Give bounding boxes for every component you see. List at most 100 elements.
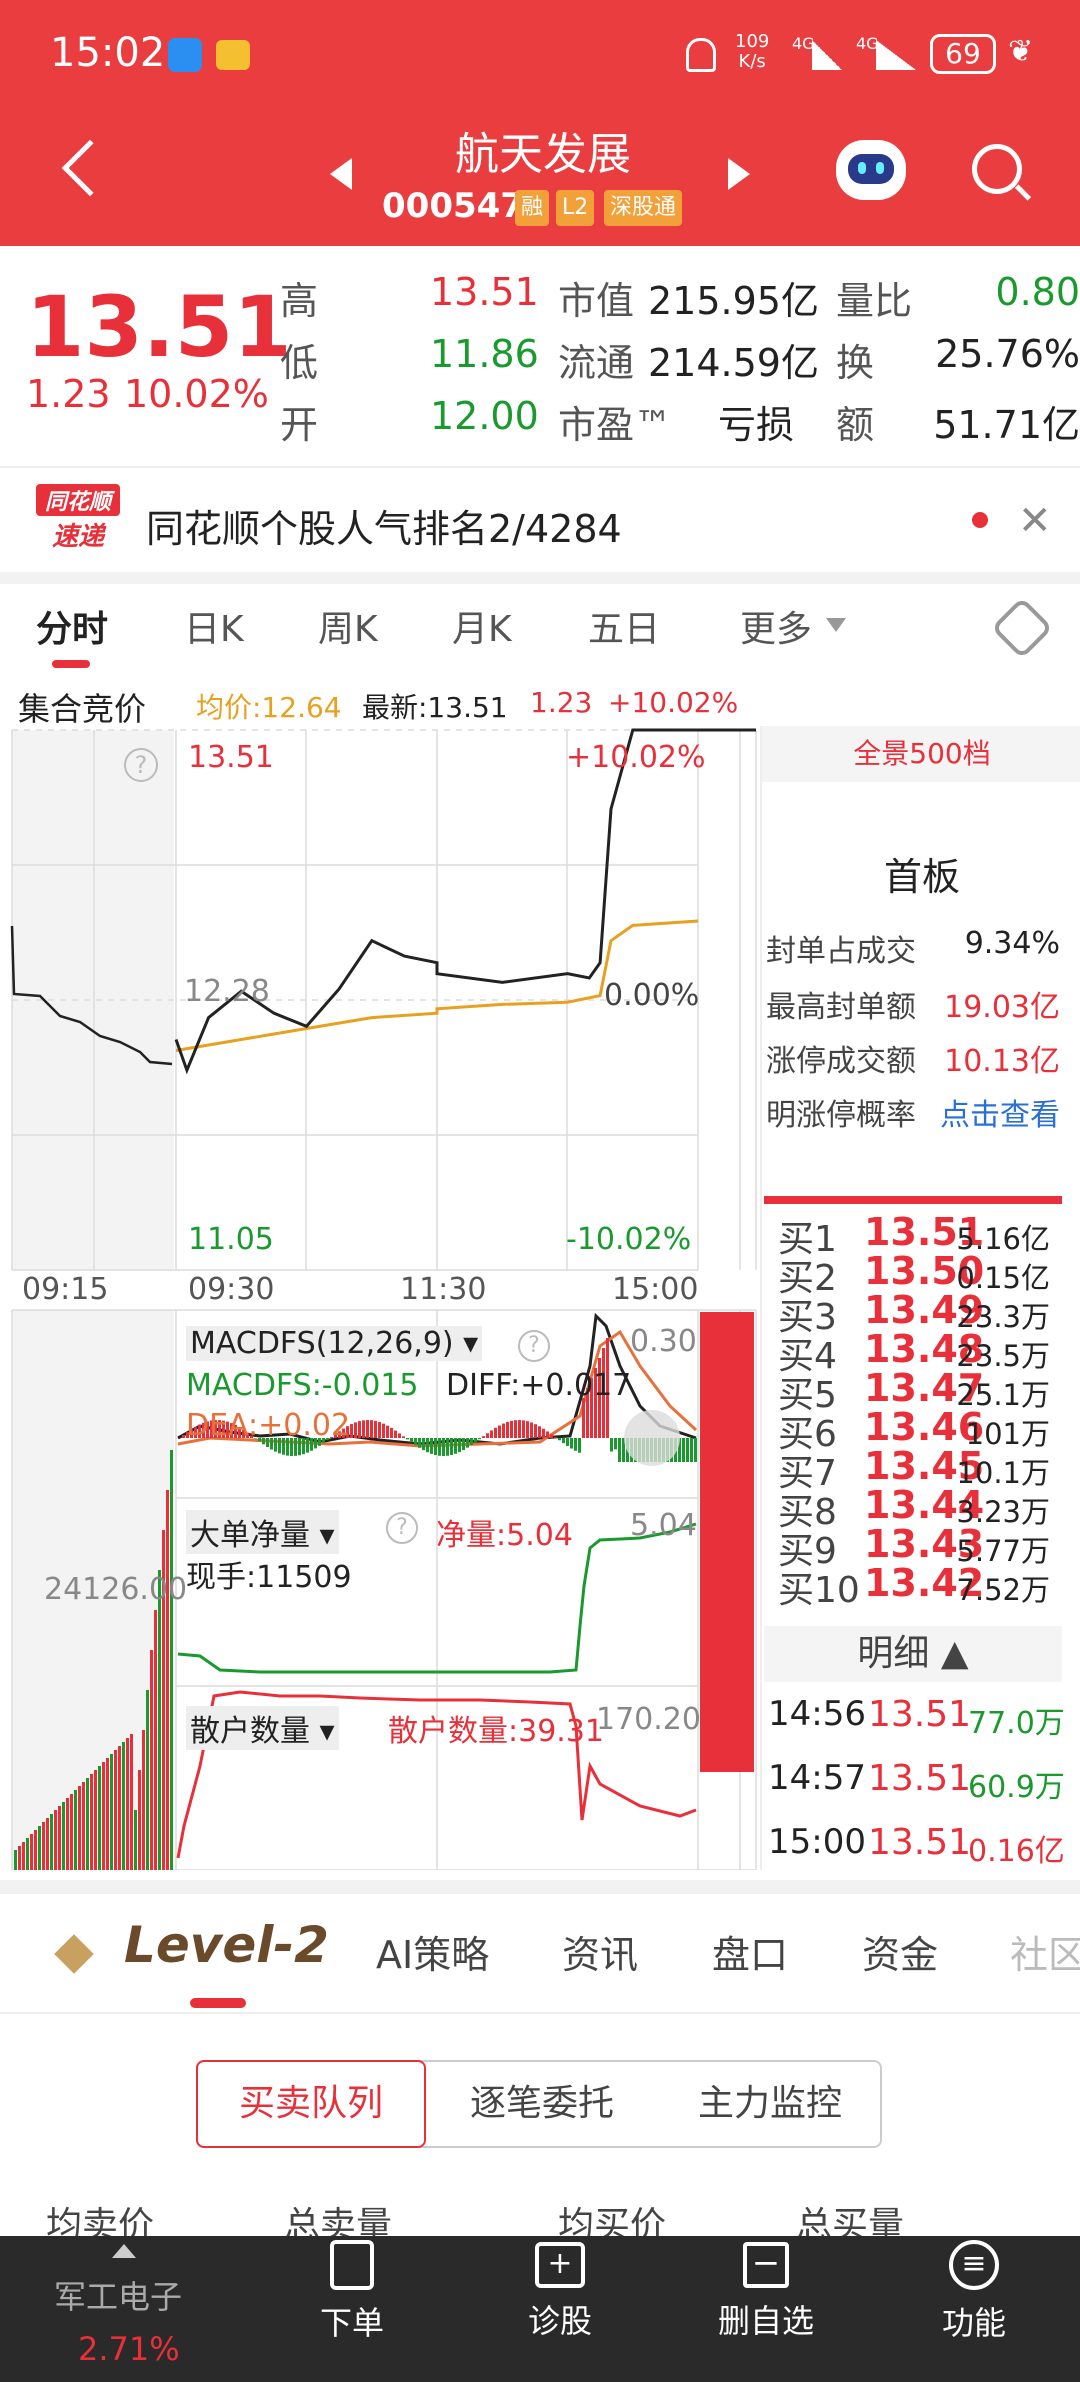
macd-selector[interactable]: MACDFS(12,26,9) ▾ <box>186 1326 483 1361</box>
auction-volume-bar <box>30 1834 33 1870</box>
tab-community[interactable]: 社区 <box>1010 1924 1080 1979</box>
stat-value: 9.34% <box>964 926 1060 961</box>
battery-icon: 69 <box>930 34 996 74</box>
tab-five-day[interactable]: 五日 <box>588 600 660 652</box>
minus-box-icon: − <box>743 2242 789 2288</box>
tab-funds[interactable]: 资金 <box>862 1924 938 1979</box>
help-icon[interactable]: ? <box>124 748 158 782</box>
auction-volume-bar <box>118 1746 121 1870</box>
back-icon[interactable] <box>61 139 119 197</box>
trade-price: 13.51 <box>868 1758 972 1799</box>
news-ticker[interactable]: 同花顺 速递 同花顺个股人气排名2/4284 ✕ <box>0 466 1080 570</box>
document-icon <box>330 2240 374 2290</box>
auction-volume-bar <box>14 1850 17 1870</box>
nav-diagnose[interactable]: + 诊股 <box>480 2240 640 2342</box>
trade-time: 14:56 <box>768 1694 866 1734</box>
tab-level2[interactable]: Level-2 <box>124 1916 329 1974</box>
auction-volume-bar <box>114 1750 117 1870</box>
bid-level-volume: 7.52万 <box>956 1573 1050 1607</box>
status-time: 15:02 <box>50 30 166 76</box>
trade-detail-header[interactable]: 明细 ▲ <box>764 1626 1062 1682</box>
macd-bar <box>582 1398 585 1438</box>
tab-ai-strategy[interactable]: AI策略 <box>376 1924 489 1979</box>
auction-volume-bar <box>58 1806 61 1870</box>
prev-stock-icon[interactable] <box>330 158 352 190</box>
macd-bar <box>354 1422 357 1438</box>
macd-bar <box>442 1438 445 1456</box>
diamond-icon <box>54 1934 94 1974</box>
tab-weekly-k[interactable]: 周K <box>318 600 378 652</box>
tab-daily-k[interactable]: 日K <box>184 600 244 652</box>
stock-header: 15:02 109 K/s 4G 4G 69 ❦ 航天发展 000547 融 L2… <box>0 0 1080 246</box>
mkt-cap-value: 215.95亿 <box>648 279 819 323</box>
y-right-top: +10.02% <box>566 740 706 775</box>
diff-value: DIFF:+0.017 <box>446 1368 632 1403</box>
next-stock-icon[interactable] <box>728 158 750 190</box>
segment-main-force[interactable]: 主力监控 <box>656 2062 884 2146</box>
auction-volume-bar <box>74 1790 77 1870</box>
macd-bar <box>526 1421 529 1438</box>
retail-value: 散户数量:39.31 <box>388 1714 604 1749</box>
segment-order-by-order[interactable]: 逐笔委托 <box>428 2062 656 2146</box>
settings-hex-icon[interactable] <box>990 596 1054 660</box>
retail-selector[interactable]: 散户数量 ▾ <box>186 1706 339 1750</box>
turnover-label: 换 <box>836 341 875 385</box>
auction-volume-bar <box>154 1610 157 1870</box>
segment-buy-sell-queue[interactable]: 买卖队列 <box>196 2060 426 2148</box>
auction-volume-bar <box>130 1734 133 1870</box>
index-name[interactable]: 军工电子 <box>54 2272 182 2318</box>
robot-assistant-icon[interactable] <box>836 140 906 200</box>
mute-bell-icon <box>686 38 716 72</box>
panel-500-banner[interactable]: 全景500档 <box>762 726 1080 782</box>
view-prob-link[interactable]: 点击查看 <box>940 1090 1060 1134</box>
macd-bar <box>370 1420 373 1438</box>
auction-volume-bar <box>42 1822 45 1870</box>
big-order-selector[interactable]: 大单净量 ▾ <box>186 1510 339 1554</box>
tab-news[interactable]: 资讯 <box>562 1924 638 1979</box>
tab-more[interactable]: 更多 <box>740 600 812 652</box>
signal-bars-2 <box>876 40 916 70</box>
macd-bar <box>362 1420 365 1438</box>
tab-intraday[interactable]: 分时 <box>36 600 108 652</box>
auction-volume-bar <box>66 1798 69 1870</box>
macd-bar <box>514 1420 517 1438</box>
nav-functions[interactable]: ≡ 功能 <box>894 2240 1054 2344</box>
tab-order-book[interactable]: 盘口 <box>712 1924 788 1979</box>
vol-ratio-value: 0.80 <box>995 270 1080 314</box>
macd-bar <box>366 1420 369 1438</box>
float-value: 214.59亿 <box>648 341 819 385</box>
nav-place-order[interactable]: 下单 <box>272 2240 432 2344</box>
auction-volume-bar <box>50 1814 53 1870</box>
macd-bar <box>530 1422 533 1438</box>
macd-bar <box>350 1424 353 1438</box>
mail-icon <box>216 40 250 70</box>
macd-bar <box>438 1438 441 1456</box>
low-value: 11.86 <box>430 332 539 376</box>
stat-label: 封单占成交 <box>766 934 916 969</box>
macd-bar <box>498 1425 501 1438</box>
auction-volume-bar <box>54 1810 57 1870</box>
vol-ratio-label: 量比 <box>836 279 913 323</box>
macd-bar <box>410 1438 413 1443</box>
macd-bar <box>502 1423 505 1438</box>
y-right-mid: 0.00% <box>604 978 700 1013</box>
stat-label: 涨停成交额 <box>766 1044 916 1079</box>
auction-volume-bar <box>90 1774 93 1870</box>
macd-bar <box>434 1438 437 1456</box>
macd-bar <box>682 1438 685 1462</box>
help-icon[interactable]: ? <box>386 1512 418 1544</box>
macd-bar <box>510 1420 513 1438</box>
auction-volume-bar <box>46 1818 49 1870</box>
mkt-cap-label: 市值 <box>558 279 635 323</box>
last-price: 13.51 <box>26 278 292 376</box>
macd-bar <box>454 1438 457 1454</box>
macd-bar <box>394 1430 397 1438</box>
nav-remove-watchlist[interactable]: − 删自选 <box>686 2240 846 2342</box>
close-icon[interactable]: ✕ <box>1018 498 1052 544</box>
y-left-bottom: 11.05 <box>188 1222 274 1257</box>
tab-monthly-k[interactable]: 月K <box>452 600 512 652</box>
help-icon[interactable]: ? <box>518 1330 550 1362</box>
macd-bar <box>422 1438 425 1451</box>
expand-icon[interactable] <box>624 1410 680 1466</box>
auction-volume-bar <box>94 1770 97 1870</box>
